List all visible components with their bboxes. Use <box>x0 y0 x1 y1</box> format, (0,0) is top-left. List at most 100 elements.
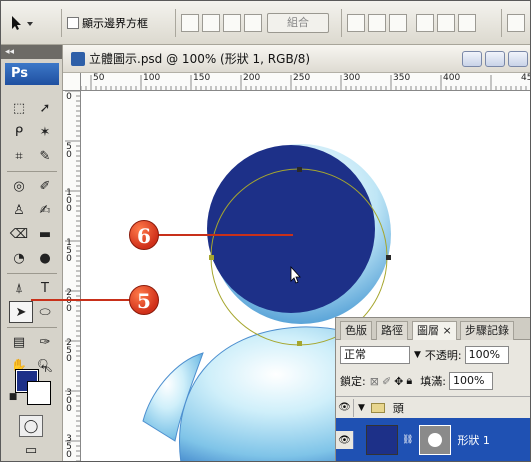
eraser-tool-icon[interactable]: ⌫ <box>7 223 31 245</box>
lasso-tool-icon[interactable]: ᑭ <box>7 121 31 143</box>
lock-image-icon[interactable]: ✐ <box>382 375 391 388</box>
marquee-tool-icon[interactable]: ⬚ <box>7 97 31 119</box>
lock-transparent-icon[interactable]: ⊠ <box>370 375 379 388</box>
combine-button[interactable]: 組合 <box>267 13 329 33</box>
align-top-icon[interactable] <box>347 14 365 32</box>
layer-row-selected[interactable]: 👁︎ ⛓︎ 形狀 1 <box>336 418 530 461</box>
tool-preset-picker[interactable] <box>7 13 37 33</box>
move-arrow-icon <box>12 16 33 30</box>
path-selection-tool-icon[interactable]: ➤ <box>9 301 33 323</box>
document-titlebar[interactable]: 立體圖示.psd @ 100% (形狀 1, RGB/8) <box>63 45 530 73</box>
ellipse-tool-icon[interactable]: ⬭ <box>33 301 57 323</box>
pen-tool-icon[interactable]: ⍋ <box>7 277 31 299</box>
align-left-icon[interactable] <box>416 14 434 32</box>
screen-mode-icon[interactable]: ▭ <box>19 439 43 461</box>
exclude-shape-button[interactable] <box>244 14 262 32</box>
brush-tool-icon[interactable]: ✐ <box>33 175 57 197</box>
magic-wand-tool-icon[interactable]: ✶ <box>33 121 57 143</box>
triangle-down-icon[interactable]: ▼ <box>358 403 365 413</box>
align-buttons <box>347 13 479 33</box>
intersect-shape-button[interactable] <box>223 14 241 32</box>
anchor-point-right[interactable] <box>386 255 391 260</box>
anchor-point-top[interactable] <box>297 167 302 172</box>
ruler-h-label: 200 <box>243 73 261 83</box>
shape-1[interactable] <box>207 145 375 313</box>
align-center-icon[interactable] <box>437 14 455 32</box>
align-right-icon[interactable] <box>458 14 476 32</box>
checkbox-box[interactable] <box>67 17 79 29</box>
lock-all-icon[interactable]: 🔒︎ <box>406 374 412 388</box>
psd-file-icon <box>71 51 85 66</box>
horizontal-ruler[interactable]: 50 100 150 200 250 300 350 400 45 <box>81 73 530 91</box>
blend-mode-select[interactable]: 正常 <box>340 346 410 364</box>
ruler-h-label: 50 <box>93 73 105 83</box>
background-color-swatch[interactable] <box>27 381 51 405</box>
vector-mask-thumbnail[interactable] <box>419 425 452 455</box>
opacity-input[interactable]: 100% <box>464 346 509 364</box>
panel-tabs: 色版 路徑 圖層 × 步驟記錄 <box>336 318 530 340</box>
toolbox: ◂◂ Ps ⬚ ➚ ᑭ ✶ ⌗ ✎ ◎ ✐ ♙ ✍ ⌫ ▬ ◔ ● ⍋ T ➤ … <box>1 45 63 461</box>
ruler-v-label: 3 5 0 <box>66 434 72 460</box>
eye-icon[interactable]: 👁︎ <box>336 398 354 417</box>
ruler-h-label: 400 <box>443 73 461 83</box>
folder-icon <box>370 402 385 413</box>
quick-mask-icon[interactable]: ◯ <box>19 415 43 437</box>
eyedropper-tool-icon[interactable]: ✑ <box>33 331 57 353</box>
chevron-down-icon[interactable]: ▼ <box>414 350 421 360</box>
opacity-label: 不透明: <box>424 349 462 362</box>
ruler-v-label: 1 5 0 <box>66 238 72 264</box>
ruler-v-label: 0 <box>66 92 72 102</box>
distribute-icon[interactable] <box>507 14 525 32</box>
ruler-v-label: 5 0 <box>66 142 72 160</box>
toolbox-grip[interactable]: ◂◂ <box>1 45 62 59</box>
type-tool-icon[interactable]: T <box>33 277 57 299</box>
layer-thumbnail[interactable] <box>366 425 398 455</box>
swap-colors-icon[interactable]: ↰ <box>37 363 51 375</box>
new-shape-area-button[interactable] <box>181 14 199 32</box>
tab-paths[interactable]: 路徑 <box>376 321 408 340</box>
maximize-button[interactable] <box>485 51 505 67</box>
crop-tool-icon[interactable]: ⌗ <box>7 145 31 167</box>
fill-input[interactable]: 100% <box>448 372 493 390</box>
dodge-tool-icon[interactable]: ● <box>33 247 57 269</box>
slice-tool-icon[interactable]: ✎ <box>33 145 57 167</box>
clone-stamp-icon[interactable]: ♙ <box>7 199 31 221</box>
options-bar: 顯示邊界方框 組合 <box>1 1 530 45</box>
lock-label: 鎖定: <box>340 375 366 388</box>
vertical-ruler[interactable]: 0 5 0 1 0 0 1 5 0 2 0 0 2 5 0 3 0 0 3 5 … <box>63 91 81 461</box>
show-bounding-box-checkbox[interactable]: 顯示邊界方框 <box>67 13 148 33</box>
layer-name: 形狀 1 <box>457 434 490 447</box>
photoshop-window: 顯示邊界方框 組合 ◂◂ Ps ⬚ ➚ ᑭ ✶ ⌗ ✎ ◎ ✐ ♙ ✍ ⌫ ▬ … <box>0 0 531 462</box>
ruler-h-label: 45 <box>521 73 530 83</box>
default-colors-icon[interactable]: ■ <box>7 391 19 403</box>
close-button[interactable] <box>508 51 528 67</box>
align-middle-icon[interactable] <box>368 14 386 32</box>
ruler-v-label: 2 0 0 <box>66 288 72 314</box>
callout-badge-5: 5 <box>129 285 159 315</box>
eye-icon[interactable]: 👁︎ <box>336 431 354 449</box>
tab-history[interactable]: 步驟記錄 <box>460 321 514 340</box>
ruler-origin[interactable] <box>63 73 81 91</box>
notes-tool-icon[interactable]: ▤ <box>7 331 31 353</box>
lock-row: 鎖定: ⊠ ✐ ✥ 🔒︎ 填滿: 100% <box>336 372 530 390</box>
blend-row: 正常 ▼ 不透明: 100% <box>336 346 530 364</box>
history-brush-icon[interactable]: ✍ <box>33 199 57 221</box>
minimize-button[interactable] <box>462 51 482 67</box>
lock-position-icon[interactable]: ✥ <box>394 375 403 388</box>
tab-channels[interactable]: 色版 <box>340 321 372 340</box>
callout-line-6 <box>151 234 293 236</box>
move-tool-icon[interactable]: ➚ <box>33 97 57 119</box>
align-bottom-icon[interactable] <box>389 14 407 32</box>
anchor-point-bottom[interactable] <box>297 341 302 346</box>
link-icon[interactable]: ⛓︎ <box>402 435 413 445</box>
tab-layers[interactable]: 圖層 × <box>412 321 457 340</box>
gradient-tool-icon[interactable]: ▬ <box>33 223 57 245</box>
callout-badge-6: 6 <box>129 220 159 250</box>
ruler-h-label: 250 <box>293 73 311 83</box>
healing-brush-icon[interactable]: ◎ <box>7 175 31 197</box>
anchor-point-left[interactable] <box>209 255 214 260</box>
layer-group-row[interactable]: 👁︎ ▼ 頭 <box>336 396 530 418</box>
document-title: 立體圖示.psd @ 100% (形狀 1, RGB/8) <box>89 52 311 66</box>
add-shape-area-button[interactable] <box>202 14 220 32</box>
blur-tool-icon[interactable]: ◔ <box>7 247 31 269</box>
